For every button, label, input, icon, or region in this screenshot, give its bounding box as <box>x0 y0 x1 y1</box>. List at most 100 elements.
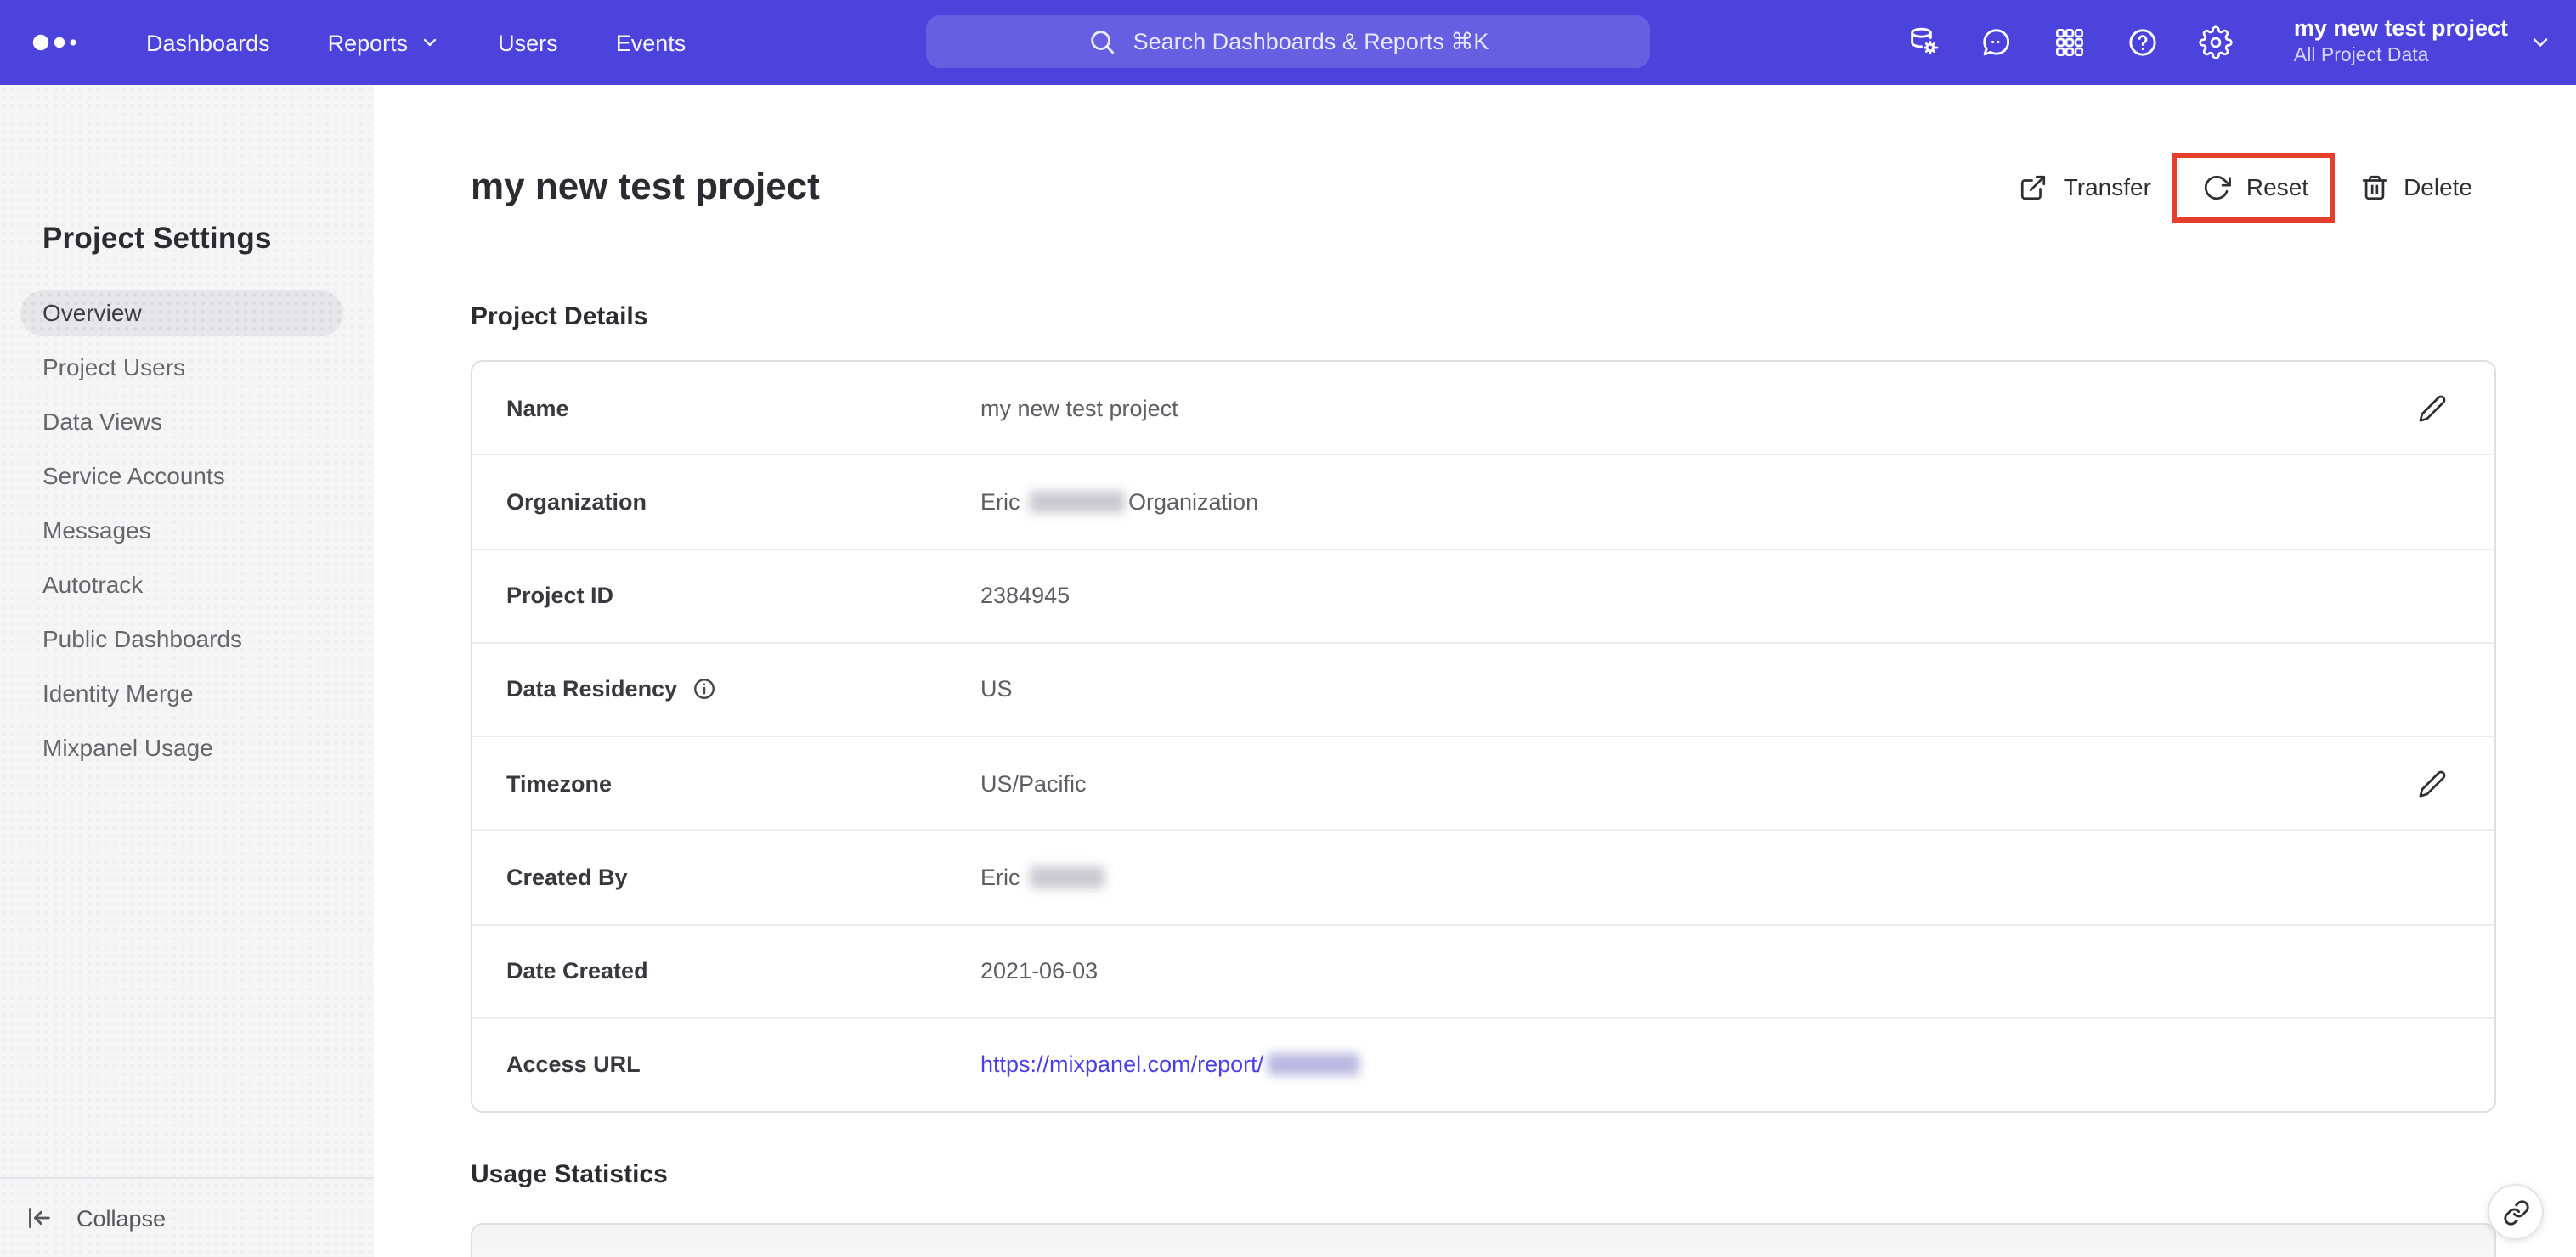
search-icon <box>1090 31 1114 54</box>
delete-label: Delete <box>2404 173 2472 200</box>
nav-item-label: Dashboards <box>146 30 270 55</box>
search-placeholder: Search Dashboards & Reports ⌘K <box>1133 28 1489 54</box>
apps-grid-icon[interactable] <box>2053 25 2087 59</box>
top-navbar: Dashboards Reports Users Events Search D… <box>0 0 2576 85</box>
redacted-text <box>1030 490 1125 513</box>
nav-item-dashboards[interactable]: Dashboards <box>146 30 270 55</box>
nav-item-label: Users <box>498 30 558 55</box>
delete-button[interactable]: Delete <box>2359 172 2472 201</box>
usage-statistics-heading: Usage Statistics <box>471 1160 668 1189</box>
sidebar-title: Project Settings <box>42 221 272 255</box>
nav-item-label: Events <box>615 30 686 55</box>
help-icon[interactable] <box>2126 25 2160 59</box>
main-nav-menu: Dashboards Reports Users Events <box>146 30 686 55</box>
row-value: US/Pacific <box>980 770 1087 797</box>
collapse-label: Collapse <box>76 1205 167 1231</box>
sidebar-item-overview[interactable]: Overview <box>20 290 343 335</box>
detail-row-name: Name my new test project <box>472 362 2494 454</box>
detail-row-created-by: Created By Eric <box>472 829 2494 924</box>
sidebar-item-label: Data Views <box>42 408 163 435</box>
settings-gear-icon[interactable] <box>2199 25 2233 59</box>
sidebar-item-label: Identity Merge <box>42 679 194 707</box>
row-label: Date Created <box>506 958 648 984</box>
pencil-icon <box>2419 394 2446 421</box>
sidebar-item-label: Service Accounts <box>42 462 225 489</box>
transfer-button[interactable]: Transfer <box>2020 172 2151 201</box>
nav-item-users[interactable]: Users <box>498 30 558 55</box>
redacted-text <box>1030 865 1104 888</box>
reset-icon <box>2204 174 2231 200</box>
sidebar-item-autotrack[interactable]: Autotrack <box>0 557 374 612</box>
mixpanel-logo[interactable] <box>27 25 85 59</box>
sidebar-item-label: Autotrack <box>42 571 144 598</box>
transfer-icon <box>2021 174 2046 200</box>
sidebar-item-service-accounts[interactable]: Service Accounts <box>0 448 374 503</box>
sidebar-collapse-button[interactable]: Collapse <box>0 1177 374 1257</box>
detail-row-organization: Organization Eric Organization <box>472 454 2494 549</box>
detail-row-project-id: Project ID 2384945 <box>472 548 2494 642</box>
search-input[interactable]: Search Dashboards & Reports ⌘K <box>926 15 1650 68</box>
row-value: my new test project <box>980 395 1178 421</box>
sidebar-item-label: Project Users <box>42 353 186 380</box>
access-url-link[interactable]: https://mixpanel.com/report/ <box>980 1052 1263 1078</box>
sidebar-item-messages[interactable]: Messages <box>0 503 374 557</box>
project-details-card: Name my new test project Organization Er… <box>471 360 2496 1113</box>
page-title: my new test project <box>471 165 820 207</box>
copy-link-button[interactable] <box>2488 1184 2544 1240</box>
sidebar-item-public-dashboards[interactable]: Public Dashboards <box>0 612 374 666</box>
row-label: Organization <box>506 488 647 515</box>
row-label: Access URL <box>506 1051 641 1078</box>
row-label: Data Residency <box>506 677 980 702</box>
nav-item-reports[interactable]: Reports <box>328 30 441 55</box>
row-label: Project ID <box>506 583 614 609</box>
project-switcher[interactable]: my new test project All Project Data <box>2294 16 2552 70</box>
app-window: Dashboards Reports Users Events Search D… <box>0 0 2576 1257</box>
row-label: Created By <box>506 864 628 890</box>
detail-row-date-created: Date Created 2021-06-03 <box>472 923 2494 1017</box>
row-value: 2021-06-03 <box>980 958 1099 984</box>
mixpanel-dots-icon <box>32 34 76 51</box>
edit-timezone-button[interactable] <box>2418 769 2447 798</box>
chevron-down-icon <box>2533 38 2548 47</box>
sidebar-nav: Overview Project Users Data Views Servic… <box>0 285 374 775</box>
data-management-icon[interactable] <box>1907 25 1940 59</box>
edit-name-button[interactable] <box>2418 393 2447 422</box>
sidebar-item-label: Mixpanel Usage <box>42 734 213 761</box>
sidebar-item-data-views[interactable]: Data Views <box>0 394 374 448</box>
navbar-right-cluster: my new test project All Project Data <box>1907 0 2552 85</box>
reset-button[interactable]: Reset <box>2171 152 2335 222</box>
collapse-left-icon <box>29 1208 50 1228</box>
sidebar-item-project-users[interactable]: Project Users <box>0 340 374 394</box>
current-project-scope: All Project Data <box>2293 46 2429 67</box>
row-value: Eric Organization <box>980 488 1259 515</box>
link-icon <box>2503 1199 2528 1225</box>
sidebar-item-label: Messages <box>42 516 151 544</box>
project-actions: Transfer Reset Delete <box>2020 152 2472 222</box>
project-details-heading: Project Details <box>471 302 648 331</box>
reset-label: Reset <box>2246 173 2309 200</box>
detail-row-timezone: Timezone US/Pacific <box>472 736 2494 830</box>
nav-item-events[interactable]: Events <box>616 30 686 55</box>
detail-row-data-residency: Data Residency US <box>472 641 2494 736</box>
info-icon[interactable] <box>691 677 716 702</box>
sidebar-item-mixpanel-usage[interactable]: Mixpanel Usage <box>0 720 374 775</box>
trash-icon <box>2361 174 2387 200</box>
row-label: Name <box>506 395 569 421</box>
sidebar-item-identity-merge[interactable]: Identity Merge <box>0 666 374 720</box>
detail-row-access-url: Access URL https://mixpanel.com/report/ <box>472 1017 2494 1112</box>
row-value: 2384945 <box>980 583 1071 609</box>
transfer-label: Transfer <box>2063 173 2151 200</box>
redacted-text <box>1267 1053 1359 1076</box>
pencil-icon <box>2419 769 2446 797</box>
nav-item-label: Reports <box>327 30 409 55</box>
feedback-bubble-icon[interactable] <box>1980 25 2014 59</box>
sidebar-item-label: Public Dashboards <box>42 625 243 652</box>
row-label: Timezone <box>506 770 613 797</box>
project-switcher-labels: my new test project All Project Data <box>2294 16 2508 70</box>
row-value: Eric <box>980 865 2447 890</box>
chevron-down-icon <box>423 38 437 47</box>
row-value: US <box>980 676 1013 702</box>
current-project-name: my new test project <box>2293 15 2508 42</box>
sidebar-item-label: Overview <box>42 299 142 326</box>
settings-sidebar: Project Settings Overview Project Users … <box>0 85 374 1257</box>
